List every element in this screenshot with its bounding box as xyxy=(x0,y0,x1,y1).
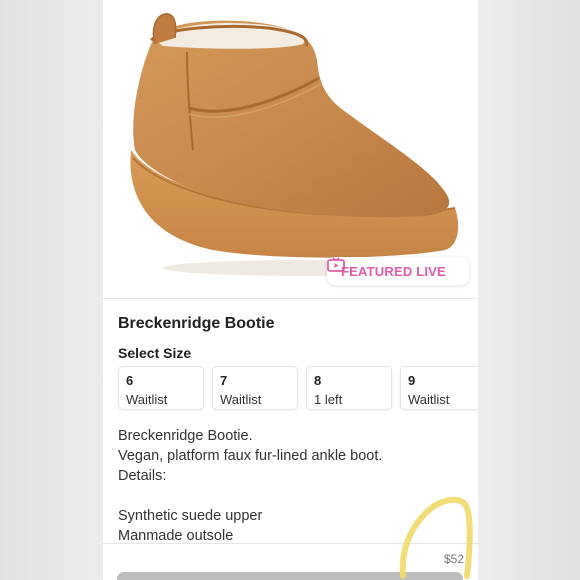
size-number: 8 xyxy=(314,373,322,388)
description-line: Breckenridge Bootie. xyxy=(118,428,253,444)
size-status: Waitlist xyxy=(408,392,450,407)
size-selector: 6 Waitlist 7 Waitlist 8 1 left 9 Waitlis… xyxy=(116,366,478,412)
size-status: 1 left xyxy=(314,392,343,407)
highlight-circle-annotation xyxy=(399,496,473,579)
product-image[interactable]: FEATURED LIVE xyxy=(103,0,478,298)
size-status: Waitlist xyxy=(220,392,262,407)
size-option-6[interactable]: 6 Waitlist xyxy=(118,366,204,410)
size-option-7[interactable]: 7 Waitlist xyxy=(212,366,298,410)
featured-live-badge[interactable]: FEATURED LIVE xyxy=(327,257,469,285)
size-status: Waitlist xyxy=(126,392,168,407)
size-number: 6 xyxy=(126,373,134,388)
description-line: Vegan, platform faux fur-lined ankle boo… xyxy=(118,448,383,464)
featured-live-label: FEATURED LIVE xyxy=(341,263,446,279)
size-number: 7 xyxy=(220,373,228,388)
product-title: Breckenridge Bootie xyxy=(118,315,275,332)
size-number: 9 xyxy=(408,373,416,388)
size-heading: Select Size xyxy=(118,345,192,361)
background-right xyxy=(478,0,580,580)
description-line: Details: xyxy=(118,468,167,484)
size-option-8[interactable]: 8 1 left xyxy=(306,366,392,410)
background-left xyxy=(0,0,103,580)
boot-illustration xyxy=(130,13,459,276)
size-option-9[interactable]: 9 Waitlist xyxy=(400,366,478,410)
